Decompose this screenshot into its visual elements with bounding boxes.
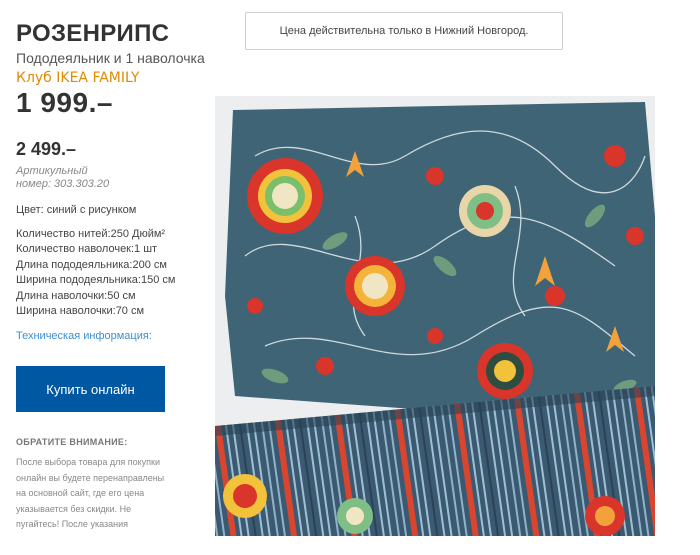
city-price-notice: Цена действительна только в Нижний Новго… <box>245 12 563 50</box>
notice-title: ОБРАТИТЕ ВНИМАНИЕ: <box>16 437 128 448</box>
article-label: Артикульный <box>16 165 88 177</box>
article-number: Артикульный номер: 303.303.20 <box>16 165 206 191</box>
regular-price: 2 499.– <box>16 139 77 159</box>
product-title: РОЗЕНРИПС <box>16 20 170 47</box>
spec-item: Длина наволочки:50 см <box>16 289 136 302</box>
family-price: 1 999.– <box>16 87 113 118</box>
tech-info-link[interactable]: Техническая информация: <box>16 329 206 343</box>
product-subtitle: Пододеяльник и 1 наволочка <box>16 50 205 66</box>
spec-item: Длина пододеяльника:200 см <box>16 258 167 271</box>
notice-text: После выбора товара для покупки онлайн в… <box>16 457 165 530</box>
product-image[interactable] <box>215 96 655 536</box>
spec-item: Ширина пододеяльника:150 см <box>16 274 176 287</box>
flower-large <box>247 158 323 234</box>
article-value: номер: 303.303.20 <box>16 178 110 190</box>
specs-list: Количество нитей:250 Дюйм² Количество на… <box>16 227 206 319</box>
bedding-illustration <box>215 96 655 536</box>
family-club-label: Клуб IKEA FAMILY <box>16 70 140 86</box>
spec-item: Количество наволочек:1 шт <box>16 243 158 256</box>
spec-item: Ширина наволочки:70 см <box>16 305 145 318</box>
spec-item: Количество нитей:250 Дюйм² <box>16 228 166 240</box>
buy-online-button[interactable]: Купить онлайн <box>16 366 165 413</box>
product-info: РОЗЕНРИПС Пододеяльник и 1 наволочка Клу… <box>16 20 206 533</box>
color-info: Цвет: синий с рисунком <box>16 204 137 216</box>
